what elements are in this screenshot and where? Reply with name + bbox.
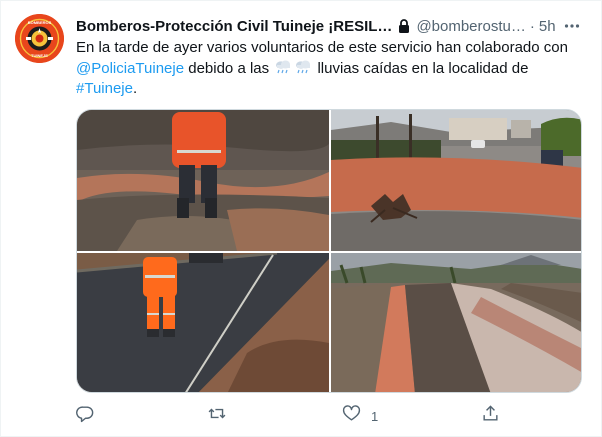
share-icon (481, 404, 500, 428)
retweet-icon (207, 404, 227, 428)
fire-department-badge-icon: BOMBEROS TUINEJE (15, 14, 64, 63)
photo-volunteer-on-road[interactable] (77, 253, 329, 392)
like-button[interactable]: 1 (342, 401, 378, 431)
avatar-bottom-text: TUINEJE (31, 53, 48, 58)
cloud-with-rain-icon (293, 58, 313, 76)
heart-icon (342, 404, 361, 428)
mention-link[interactable]: @PoliciaTuineje (76, 60, 184, 77)
share-button[interactable] (481, 401, 500, 431)
hashtag-link[interactable]: #Tuineje (76, 80, 133, 97)
like-count: 1 (371, 408, 379, 424)
tweet-text: En la tarde de ayer varios voluntarios d… (76, 38, 586, 99)
more-dots-icon[interactable] (561, 15, 583, 37)
cloud-with-rain-icon (273, 58, 293, 76)
tweet-time[interactable]: 5h (539, 18, 556, 35)
author-name[interactable]: Bomberos-Protección Civil Tuineje ¡RESIL… (76, 18, 392, 35)
tweet-text-fragment: . (132, 80, 138, 97)
retweet-button[interactable] (207, 401, 237, 431)
photo-volunteer-muddy-creek[interactable] (77, 110, 329, 251)
reply-button[interactable] (76, 401, 105, 431)
photo-flooded-street-debris[interactable] (331, 110, 581, 251)
tweet-text-fragment: lluvias caídas en la localidad de (313, 60, 529, 77)
avatar-top-text: BOMBEROS (28, 20, 52, 25)
tweet-text-line-2: @PoliciaTuineje debido a las lluvias caí… (76, 58, 586, 79)
tweet-header: Bomberos-Protección Civil Tuineje ¡RESIL… (76, 15, 591, 37)
avatar[interactable]: BOMBEROS TUINEJE (15, 14, 64, 63)
tweet-actions: 1 (76, 401, 516, 431)
tweet-card[interactable]: BOMBEROS TUINEJE Bomberos-Protección Civ… (0, 0, 602, 437)
tweet-text-fragment: debido a las (184, 60, 274, 77)
reply-icon (76, 404, 95, 428)
lock-icon (396, 18, 412, 34)
separator-dot: · (529, 17, 535, 35)
photo-muddy-water-channel[interactable] (331, 253, 581, 392)
media-grid (76, 109, 582, 393)
author-handle[interactable]: @bomberostu… (416, 18, 525, 35)
tweet-text-line-3: #Tuineje. (76, 79, 586, 99)
tweet-text-line-1: En la tarde de ayer varios voluntarios d… (76, 39, 568, 56)
